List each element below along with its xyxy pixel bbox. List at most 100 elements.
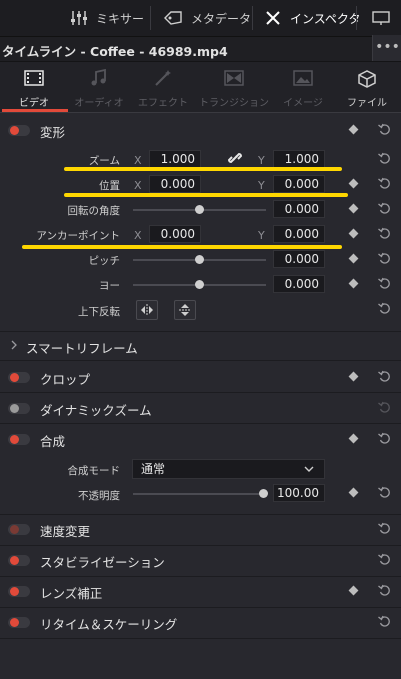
anchor-y-axis: Y	[258, 229, 265, 242]
reset-icon[interactable]	[378, 615, 391, 628]
pitch-field[interactable]: 0.000	[273, 250, 325, 268]
rotation-field[interactable]: 0.000	[273, 200, 325, 218]
chevron-down-icon	[304, 466, 314, 472]
tab-file-label: ファイル	[347, 98, 387, 109]
keyframe-diamond-icon[interactable]	[348, 487, 359, 498]
composite-toggle[interactable]	[8, 434, 30, 445]
flip-horizontal-icon	[141, 304, 153, 316]
reset-icon[interactable]	[378, 486, 391, 499]
tab-transition[interactable]: トランジション	[196, 62, 272, 112]
keyframe-diamond-icon[interactable]	[348, 228, 359, 239]
position-y-field[interactable]: 0.000	[273, 175, 325, 193]
fullscreen-viewer-button[interactable]	[372, 0, 390, 36]
retime-scaling-toggle[interactable]	[8, 617, 30, 628]
metadata-tag-icon	[164, 11, 182, 25]
top-toolbar: ミキサー メタデータ インスペクタ	[0, 0, 401, 37]
reset-icon[interactable]	[378, 227, 391, 240]
tab-audio[interactable]: オーディオ	[68, 62, 130, 112]
keyframe-diamond-icon[interactable]	[348, 433, 359, 444]
keyframe-diamond-icon[interactable]	[348, 124, 359, 135]
lens-correction-toggle[interactable]	[8, 586, 30, 597]
transition-icon	[224, 70, 244, 86]
clip-title-bar: タイムライン - Coffee - 46989.mp4	[0, 37, 401, 62]
keyframe-diamond-icon[interactable]	[348, 585, 359, 596]
reset-icon[interactable]	[378, 123, 391, 136]
reset-icon[interactable]	[378, 432, 391, 445]
opacity-slider-knob[interactable]	[259, 489, 268, 498]
position-x-field[interactable]: 0.000	[149, 175, 201, 193]
tab-image-label: イメージ	[283, 98, 323, 109]
transform-header: 変形	[40, 125, 66, 140]
more-options-button[interactable]: •••	[372, 35, 401, 61]
inspector-button[interactable]: インスペクタ	[264, 0, 360, 36]
reset-icon[interactable]	[378, 252, 391, 265]
section-divider	[0, 545, 401, 546]
reset-icon[interactable]	[378, 202, 391, 215]
section-divider	[0, 331, 401, 332]
section-divider	[0, 360, 401, 361]
link-chain-icon[interactable]	[228, 151, 242, 165]
reset-icon[interactable]	[378, 152, 391, 165]
yaw-slider-knob[interactable]	[195, 280, 204, 289]
rotation-slider-knob[interactable]	[195, 205, 204, 214]
crop-toggle[interactable]	[8, 372, 30, 383]
mixer-button[interactable]: ミキサー	[70, 0, 144, 36]
position-y-axis: Y	[258, 179, 265, 192]
flip-horizontal-button[interactable]	[136, 300, 158, 320]
yaw-field[interactable]: 0.000	[273, 275, 325, 293]
reset-icon[interactable]	[378, 553, 391, 566]
dynamic-zoom-toggle[interactable]	[8, 403, 30, 414]
music-note-icon	[91, 68, 106, 86]
keyframe-diamond-icon[interactable]	[348, 278, 359, 289]
dynamic-zoom-header: ダイナミックズーム	[40, 403, 152, 418]
reset-icon[interactable]	[378, 584, 391, 597]
keyframe-diamond-icon[interactable]	[348, 203, 359, 214]
mixer-label: ミキサー	[96, 11, 145, 26]
keyframe-diamond-icon[interactable]	[348, 371, 359, 382]
tab-image[interactable]: イメージ	[272, 62, 334, 112]
retime-scaling-header: リタイム＆スケーリング	[40, 617, 178, 632]
opacity-field[interactable]: 100.00	[273, 484, 325, 502]
zoom-y-field[interactable]: 1.000	[273, 150, 325, 168]
inspector-tools-icon	[266, 11, 280, 25]
tab-effects[interactable]: エフェクト	[130, 62, 196, 112]
clip-title: タイムライン - Coffee - 46989.mp4	[2, 44, 228, 59]
active-tab-indicator	[2, 109, 68, 112]
stabilization-toggle[interactable]	[8, 555, 30, 566]
reset-icon[interactable]	[378, 401, 391, 414]
opacity-slider-track[interactable]	[133, 493, 266, 495]
yellow-highlight-anchor	[22, 245, 342, 249]
metadata-button[interactable]: メタデータ	[163, 0, 251, 36]
reset-icon[interactable]	[378, 277, 391, 290]
reset-icon[interactable]	[378, 522, 391, 535]
keyframe-diamond-icon[interactable]	[348, 253, 359, 264]
composite-mode-label: 合成モード	[67, 465, 121, 477]
composite-mode-value: 通常	[141, 462, 166, 476]
composite-mode-select[interactable]: 通常	[132, 459, 325, 479]
flip-label: 上下反転	[78, 306, 120, 318]
flip-vertical-button[interactable]	[174, 300, 196, 320]
reset-icon[interactable]	[378, 177, 391, 190]
film-icon	[24, 70, 44, 86]
zoom-label: ズーム	[88, 155, 120, 167]
anchor-x-axis: X	[134, 229, 142, 242]
speed-change-toggle[interactable]	[8, 524, 30, 535]
image-icon	[293, 70, 313, 86]
transform-toggle[interactable]	[8, 125, 30, 136]
smart-reframe-header[interactable]: スマートリフレーム	[26, 338, 138, 357]
rotation-label: 回転の角度	[67, 205, 121, 217]
empty-panel-area	[0, 641, 401, 679]
reset-icon[interactable]	[378, 370, 391, 383]
tab-file[interactable]: ファイル	[334, 62, 400, 112]
zoom-x-field[interactable]: 1.000	[149, 150, 201, 168]
toolbar-divider	[252, 6, 253, 30]
pitch-label: ピッチ	[88, 255, 121, 267]
anchor-x-field[interactable]: 0.000	[149, 225, 201, 243]
speed-change-header: 速度変更	[40, 524, 91, 539]
pitch-slider-knob[interactable]	[195, 255, 204, 264]
reset-icon[interactable]	[378, 302, 391, 315]
chevron-right-icon[interactable]	[10, 340, 18, 350]
tab-video[interactable]: ビデオ	[0, 62, 68, 112]
anchor-y-field[interactable]: 0.000	[273, 225, 325, 243]
keyframe-diamond-icon[interactable]	[348, 178, 359, 189]
